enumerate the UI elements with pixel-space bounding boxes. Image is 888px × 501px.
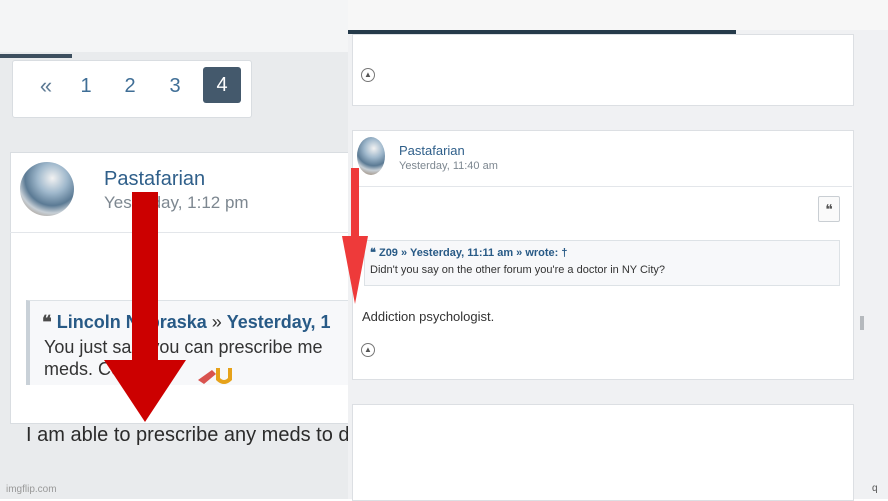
scroll-up-icon[interactable]: ▲ — [361, 343, 375, 357]
post-time: Yesterday, 1:12 pm — [104, 193, 249, 212]
reply-text: Addiction psychologist. — [362, 309, 495, 324]
pagination-page-2[interactable]: 2 — [118, 74, 142, 98]
post-time: Yesterday, 11:40 am — [399, 160, 498, 172]
divider — [10, 232, 356, 233]
left-top-bar-accent — [0, 54, 72, 58]
pagination-page-active[interactable]: 4 — [203, 67, 241, 103]
left-top-bar — [0, 0, 350, 52]
corner-glyph: q — [872, 483, 878, 494]
scroll-up-icon[interactable]: ▲ — [361, 68, 375, 82]
pagination-prev-button[interactable]: « — [36, 74, 56, 98]
scrollbar-thumb[interactable] — [860, 316, 864, 330]
divider — [352, 186, 852, 187]
quote-header[interactable]: ❝ Z09 » Yesterday, 11:11 am » wrote: † — [370, 246, 568, 259]
quote-time-link[interactable]: Yesterday, 1 — [227, 312, 331, 332]
avatar[interactable] — [20, 162, 74, 216]
post-author[interactable]: Pastafarian — [104, 168, 205, 191]
post-card — [352, 404, 854, 501]
pagination-page-3[interactable]: 3 — [163, 74, 187, 98]
right-top-bar — [348, 0, 888, 30]
quote-button[interactable]: ❝ — [818, 196, 840, 222]
emoji-icon — [198, 368, 232, 384]
arrow-down-icon — [132, 192, 158, 362]
post-author[interactable]: Pastafarian — [399, 143, 465, 158]
watermark: imgflip.com — [6, 484, 57, 495]
arrow-head-icon — [342, 236, 368, 304]
quote-body: Didn't you say on the other forum you're… — [370, 264, 666, 276]
pagination-page-1[interactable]: 1 — [74, 74, 98, 98]
quote-separator: » — [206, 312, 227, 332]
quote-header: ❝ Lincoln Nebraska » Yesterday, 1 — [42, 312, 331, 333]
arrow-head-icon — [104, 360, 186, 422]
post-card — [352, 34, 854, 106]
quote-icon: ❝ — [42, 312, 52, 332]
avatar[interactable] — [357, 137, 385, 175]
